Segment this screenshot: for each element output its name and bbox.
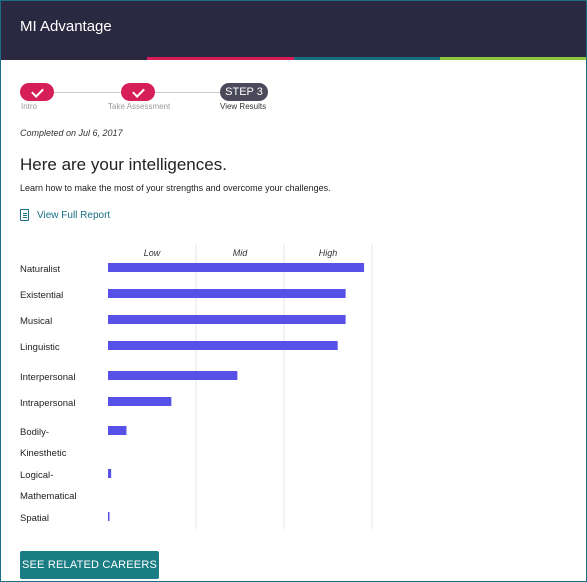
category-label-line: Logical- bbox=[20, 470, 54, 481]
category-label-line: Mathematical bbox=[20, 491, 77, 502]
category-label-line: Intrapersonal bbox=[20, 398, 76, 409]
scale-label-high: High bbox=[318, 248, 338, 258]
category-label: Interpersonal bbox=[20, 367, 100, 388]
category-label-line: Bodily- bbox=[20, 427, 50, 438]
category-label: Intrapersonal bbox=[20, 393, 100, 414]
bar-spatial bbox=[108, 512, 110, 521]
category-label-line: Musical bbox=[20, 316, 53, 327]
category-label: Bodily- Kinesthetic bbox=[20, 422, 100, 464]
category-label: Naturalist bbox=[20, 259, 100, 280]
bar-musical bbox=[108, 315, 346, 324]
bar-linguistic bbox=[108, 341, 338, 350]
bar-bodily-kinesthetic bbox=[108, 426, 127, 435]
bar-naturalist bbox=[108, 263, 365, 272]
scale-label-mid: Mid bbox=[232, 248, 248, 258]
category-label-line: Naturalist bbox=[20, 264, 61, 275]
bar-existential bbox=[108, 289, 346, 298]
bar-intrapersonal bbox=[108, 397, 172, 406]
category-label-line: Interpersonal bbox=[20, 372, 76, 383]
category-label: Logical- Mathematical bbox=[20, 465, 100, 507]
scale-label-low: Low bbox=[143, 248, 161, 258]
see-related-careers-button[interactable]: SEE RELATED CAREERS bbox=[20, 551, 159, 579]
bar-interpersonal bbox=[108, 371, 238, 380]
category-label-line: Spatial bbox=[20, 513, 50, 524]
category-label-line: Linguistic bbox=[20, 342, 60, 353]
category-label-line: Kinesthetic bbox=[20, 448, 67, 459]
category-label: Spatial bbox=[20, 508, 100, 529]
category-label: Musical bbox=[20, 311, 100, 332]
category-label-line: Existential bbox=[20, 290, 64, 301]
category-label: Existential bbox=[20, 285, 100, 306]
category-label: Linguistic bbox=[20, 337, 100, 358]
bar-logical-mathematical bbox=[108, 469, 112, 478]
app-frame: MI Advantage STEP 3 Intro Take Assessmen… bbox=[0, 0, 587, 582]
